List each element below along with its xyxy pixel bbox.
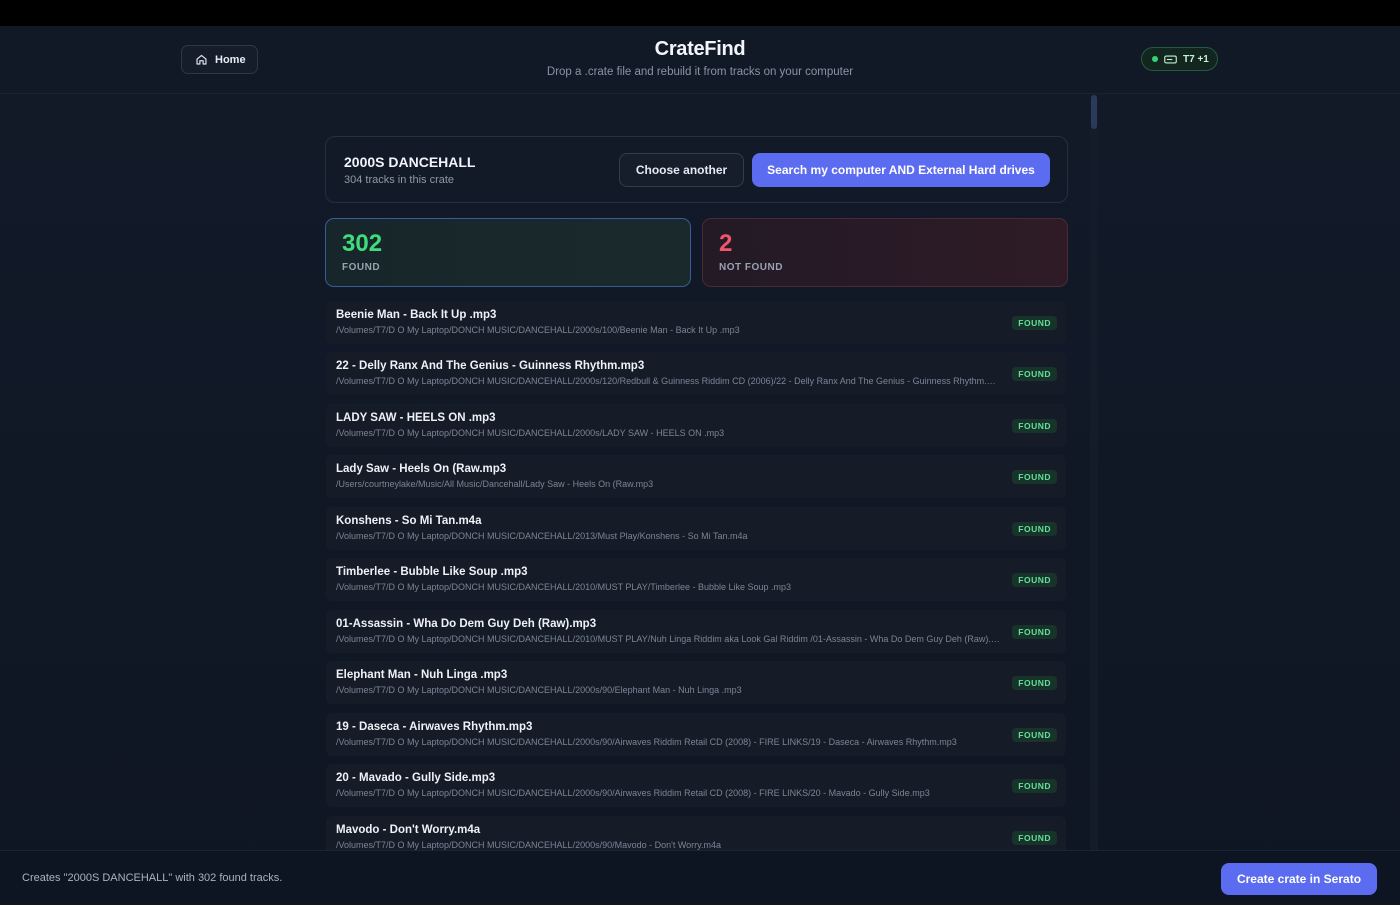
status-badge: FOUND: [1012, 728, 1057, 742]
scrollbar-track[interactable]: [1090, 94, 1098, 850]
track-row[interactable]: Konshens - So Mi Tan.m4a /Volumes/T7/D O…: [326, 507, 1066, 550]
create-crate-button[interactable]: Create crate in Serato: [1221, 863, 1377, 895]
crate-track-count: 304 tracks in this crate: [344, 174, 455, 186]
track-title: 22 - Delly Ranx And The Genius - Guinnes…: [336, 360, 645, 372]
found-label: FOUND: [342, 262, 381, 273]
drive-icon: [1164, 55, 1177, 63]
footer-summary: Creates "2000S DANCEHALL" with 302 found…: [22, 872, 283, 884]
track-row[interactable]: LADY SAW - HEELS ON .mp3 /Volumes/T7/D O…: [326, 404, 1066, 447]
crate-name: 2000S DANCEHALL: [344, 154, 476, 170]
track-path: /Volumes/T7/D O My Laptop/DONCH MUSIC/DA…: [336, 634, 1000, 644]
track-title: Timberlee - Bubble Like Soup .mp3: [336, 566, 528, 578]
scrollbar-thumb[interactable]: [1091, 95, 1097, 129]
track-row[interactable]: 22 - Delly Ranx And The Genius - Guinnes…: [326, 352, 1066, 395]
app-header: Home CrateFind Drop a .crate file and re…: [0, 26, 1400, 94]
found-stat-card[interactable]: 302 FOUND: [325, 218, 691, 287]
status-badge: FOUND: [1012, 522, 1057, 536]
track-path: /Volumes/T7/D O My Laptop/DONCH MUSIC/DA…: [336, 376, 1000, 386]
search-drives-button[interactable]: Search my computer AND External Hard dri…: [752, 153, 1050, 187]
track-path: /Volumes/T7/D O My Laptop/DONCH MUSIC/DA…: [336, 840, 722, 850]
drive-label: T7 +1: [1183, 53, 1209, 65]
track-title: 20 - Mavado - Gully Side.mp3: [336, 772, 496, 784]
window-top-bar: [0, 0, 1400, 26]
status-badge: FOUND: [1012, 470, 1057, 484]
track-row[interactable]: Mavodo - Don't Worry.m4a /Volumes/T7/D O…: [326, 816, 1066, 850]
track-path: /Volumes/T7/D O My Laptop/DONCH MUSIC/DA…: [336, 325, 740, 335]
track-row[interactable]: Timberlee - Bubble Like Soup .mp3 /Volum…: [326, 558, 1066, 601]
status-badge: FOUND: [1012, 676, 1057, 690]
track-path: /Volumes/T7/D O My Laptop/DONCH MUSIC/DA…: [336, 788, 930, 798]
track-row[interactable]: 01-Assassin - Wha Do Dem Guy Deh (Raw).m…: [326, 610, 1066, 653]
track-title: Konshens - So Mi Tan.m4a: [336, 515, 482, 527]
track-list: Beenie Man - Back It Up .mp3 /Volumes/T7…: [325, 300, 1068, 850]
not-found-count: 2: [719, 230, 733, 257]
track-path: /Volumes/T7/D O My Laptop/DONCH MUSIC/DA…: [336, 737, 957, 747]
track-row[interactable]: 20 - Mavado - Gully Side.mp3 /Volumes/T7…: [326, 764, 1066, 807]
crate-card: 2000S DANCEHALL 304 tracks in this crate…: [325, 136, 1068, 203]
found-count: 302: [342, 230, 383, 257]
track-title: Lady Saw - Heels On (Raw.mp3: [336, 463, 507, 475]
track-row[interactable]: Lady Saw - Heels On (Raw.mp3 /Users/cour…: [326, 455, 1066, 498]
status-badge: FOUND: [1012, 419, 1057, 433]
track-row[interactable]: 19 - Daseca - Airwaves Rhythm.mp3 /Volum…: [326, 713, 1066, 756]
track-path: /Volumes/T7/D O My Laptop/DONCH MUSIC/DA…: [336, 582, 792, 592]
track-title: Beenie Man - Back It Up .mp3: [336, 309, 497, 321]
track-title: Elephant Man - Nuh Linga .mp3: [336, 669, 508, 681]
status-badge: FOUND: [1012, 367, 1057, 381]
choose-another-button[interactable]: Choose another: [619, 153, 744, 187]
track-title: Mavodo - Don't Worry.m4a: [336, 824, 481, 836]
track-title: LADY SAW - HEELS ON .mp3: [336, 412, 496, 424]
not-found-stat-card[interactable]: 2 NOT FOUND: [702, 218, 1068, 287]
status-badge: FOUND: [1012, 779, 1057, 793]
status-badge: FOUND: [1012, 316, 1057, 330]
track-row[interactable]: Elephant Man - Nuh Linga .mp3 /Volumes/T…: [326, 661, 1066, 704]
track-title: 01-Assassin - Wha Do Dem Guy Deh (Raw).m…: [336, 618, 597, 630]
track-path: /Volumes/T7/D O My Laptop/DONCH MUSIC/DA…: [336, 428, 725, 438]
footer-bar: Creates "2000S DANCEHALL" with 302 found…: [0, 850, 1400, 905]
track-row[interactable]: Beenie Man - Back It Up .mp3 /Volumes/T7…: [326, 301, 1066, 344]
status-dot-icon: [1152, 56, 1158, 62]
drive-status-pill[interactable]: T7 +1: [1141, 47, 1218, 71]
status-badge: FOUND: [1012, 625, 1057, 639]
track-path: /Volumes/T7/D O My Laptop/DONCH MUSIC/DA…: [336, 685, 742, 695]
track-path: /Users/courtneylake/Music/All Music/Danc…: [336, 479, 654, 489]
status-badge: FOUND: [1012, 573, 1057, 587]
status-badge: FOUND: [1012, 831, 1057, 845]
not-found-label: NOT FOUND: [719, 262, 783, 273]
track-title: 19 - Daseca - Airwaves Rhythm.mp3: [336, 721, 533, 733]
track-path: /Volumes/T7/D O My Laptop/DONCH MUSIC/DA…: [336, 531, 748, 541]
